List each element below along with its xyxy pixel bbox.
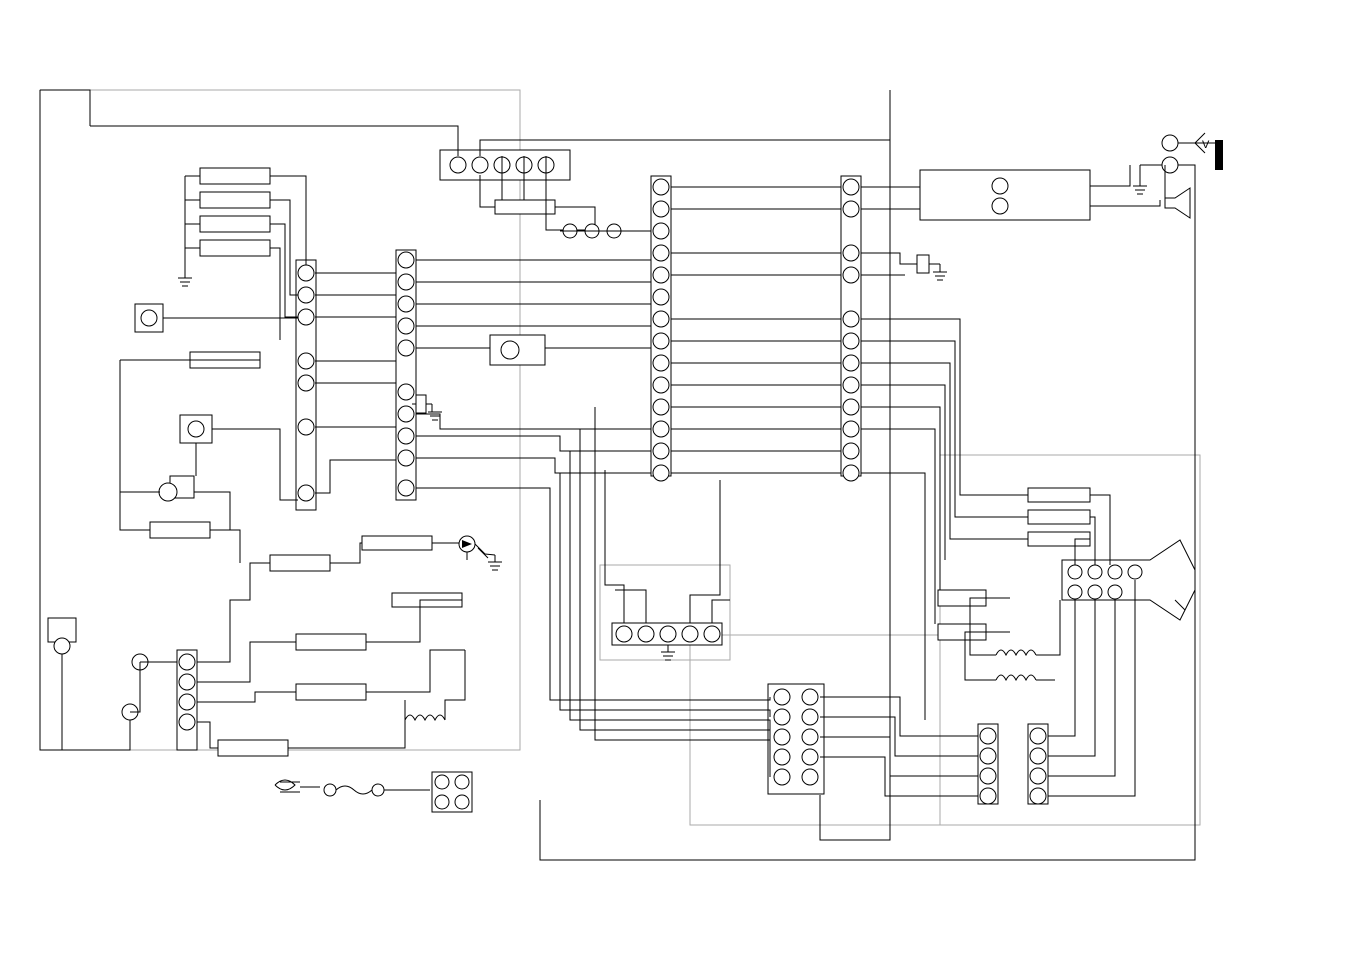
resistor-4 [362,536,432,550]
crt-icon [1062,540,1195,620]
connector-sub-2 [768,684,824,794]
wiring-schematic: V [0,0,1350,954]
ac-plug-icon [275,780,320,792]
resistor-6 [296,634,366,650]
ground-av [1133,165,1162,194]
sub-board-1-outline [600,565,730,660]
resistor-crt-g [1028,510,1090,524]
switch-icon [917,255,947,280]
led-icon [459,536,502,570]
connector-mid-2 [651,176,671,481]
connector-sub-1 [612,623,722,660]
inductor-2 [996,650,1036,655]
connector-left-1 [296,260,316,510]
cpu-module [490,335,545,365]
av-board [920,135,1178,220]
resistor-3 [270,555,330,571]
antenna-icon: V [1178,133,1223,170]
wire [40,90,90,126]
resistor-bank-1 [178,168,270,286]
connector-crt-1 [978,724,998,804]
connector-right-1 [841,176,861,481]
connector-crt-2 [1028,724,1048,804]
connector-left-2 [122,650,197,750]
resistor-2 [150,522,210,538]
main-board-outline [40,90,520,750]
resistor-7 [296,684,366,700]
inductor-1 [405,700,445,720]
inductor-3 [996,675,1036,680]
resistor-crt-r [1028,488,1090,502]
fuse-icon [324,784,430,796]
resistor-8 [218,740,288,756]
connector-power [432,772,472,812]
svg-text:V: V [1202,139,1210,151]
connector-mid-1 [396,250,416,500]
